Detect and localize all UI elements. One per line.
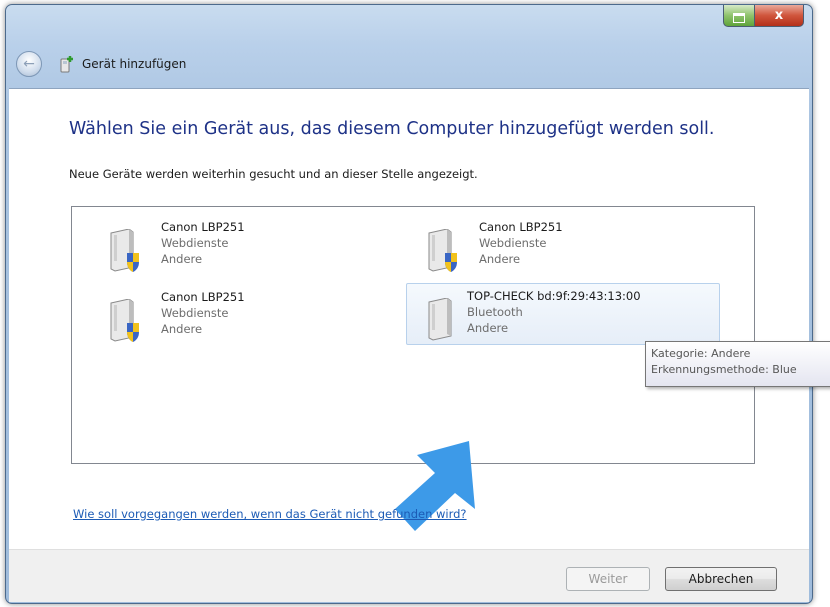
page-subtext: Neue Geräte werden weiterhin gesucht und…: [69, 167, 478, 181]
back-arrow-icon: ←: [23, 56, 35, 72]
device-item-selected[interactable]: TOP-CHECK bd:9f:29:43:13:00 Bluetooth An…: [406, 283, 720, 345]
device-text: Canon LBP251 Webdienste Andere: [161, 219, 245, 267]
tooltip-line-category: Kategorie: Andere: [651, 347, 751, 360]
device-name: Canon LBP251: [479, 220, 563, 234]
printer-shield-icon: [107, 298, 141, 343]
device-method: Bluetooth: [467, 305, 523, 319]
close-button[interactable]: x: [755, 5, 804, 27]
add-device-window: x ← Gerät hinzufügen Wählen Sie ein Gerä…: [5, 4, 813, 604]
close-icon: x: [774, 8, 784, 23]
device-item[interactable]: Canon LBP251 Webdienste Andere: [390, 214, 704, 276]
device-category: Andere: [161, 252, 203, 266]
printer-shield-icon: [425, 228, 459, 273]
device-name: TOP-CHECK bd:9f:29:43:13:00: [467, 289, 641, 303]
device-item[interactable]: Canon LBP251 Webdienste Andere: [72, 284, 386, 346]
device-category: Andere: [467, 321, 509, 335]
device-category: Andere: [479, 252, 521, 266]
device-text: Canon LBP251 Webdienste Andere: [479, 219, 563, 267]
add-device-icon: [58, 55, 76, 73]
minimize-icon: [733, 12, 745, 23]
device-text: TOP-CHECK bd:9f:29:43:13:00 Bluetooth An…: [467, 288, 641, 336]
device-item[interactable]: Canon LBP251 Webdienste Andere: [72, 214, 386, 276]
device-tooltip: Kategorie: Andere Erkennungsmethode: Blu…: [645, 341, 830, 387]
window-title: Gerät hinzufügen: [82, 57, 187, 71]
device-method: Webdienste: [161, 306, 229, 320]
cancel-button[interactable]: Abbrechen: [665, 567, 777, 591]
device-category: Andere: [161, 322, 203, 336]
tooltip-line-method: Erkennungsmethode: Blue: [651, 363, 797, 376]
device-text: Canon LBP251 Webdienste Andere: [161, 289, 245, 337]
footer-bar: Weiter Abbrechen: [9, 549, 809, 602]
title-bar: ← Gerät hinzufügen: [16, 49, 796, 79]
next-button[interactable]: Weiter: [566, 567, 650, 591]
page-heading: Wählen Sie ein Gerät aus, das diesem Com…: [69, 119, 715, 139]
back-button[interactable]: ←: [16, 51, 42, 77]
device-icon: [425, 297, 459, 342]
printer-shield-icon: [107, 228, 141, 273]
device-method: Webdienste: [479, 236, 547, 250]
caption-buttons: x: [723, 5, 804, 27]
minimize-button[interactable]: [723, 5, 755, 27]
help-link[interactable]: Wie soll vorgegangen werden, wenn das Ge…: [73, 507, 467, 521]
device-list[interactable]: Canon LBP251 Webdienste Andere Canon LBP…: [71, 206, 755, 464]
device-name: Canon LBP251: [161, 220, 245, 234]
device-method: Webdienste: [161, 236, 229, 250]
content-area: Wählen Sie ein Gerät aus, das diesem Com…: [9, 88, 809, 549]
device-name: Canon LBP251: [161, 290, 245, 304]
